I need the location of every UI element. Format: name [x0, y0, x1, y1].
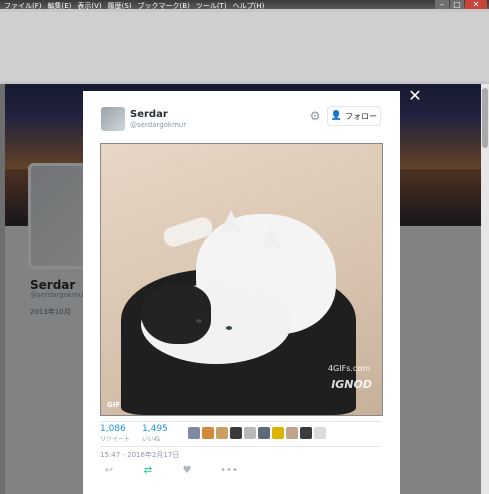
- media-cat-ear: [261, 226, 281, 248]
- media-watermark-bottom: IGNOD: [331, 378, 372, 391]
- add-user-icon: 👤: [330, 111, 343, 121]
- close-window-button[interactable]: ✕: [465, 0, 487, 9]
- window-controls: – □ ✕: [435, 0, 487, 9]
- menu-file[interactable]: ファイル(F): [4, 0, 42, 12]
- menu-bar: ファイル(F) 編集(E) 表示(V) 履歴(S) ブックマーク(B) ツール(…: [0, 0, 264, 12]
- media-cat-patch: [141, 284, 211, 344]
- retweet-icon[interactable]: ⇄: [141, 464, 155, 478]
- author-name[interactable]: Serdar: [130, 109, 168, 120]
- liker-avatar[interactable]: [216, 427, 228, 439]
- menu-view[interactable]: 表示(V): [77, 0, 101, 12]
- liker-avatar[interactable]: [188, 427, 200, 439]
- retweet-count: 1,086: [100, 424, 126, 434]
- liker-avatars: [188, 427, 326, 439]
- menu-history[interactable]: 履歴(S): [108, 0, 132, 12]
- browser-toolbar: [0, 12, 489, 83]
- like-label: いいね: [142, 436, 161, 443]
- gif-badge: GIF: [107, 401, 121, 409]
- media-watermark-top: 4GIFs.com: [327, 364, 370, 373]
- tweet-modal: Serdar @serdargokmur ⚙ 👤 フォロー GIF 4GIFs.…: [83, 91, 400, 494]
- more-icon[interactable]: •••: [220, 464, 238, 478]
- liker-avatar[interactable]: [300, 427, 312, 439]
- media-cat-eye: [196, 319, 202, 323]
- avatar[interactable]: [101, 107, 125, 131]
- retweet-label: リツイート: [100, 436, 131, 443]
- liker-avatar[interactable]: [244, 427, 256, 439]
- liker-avatar[interactable]: [272, 427, 284, 439]
- retweet-stat[interactable]: 1,086 リツイート: [100, 424, 130, 443]
- tweet-actions: ↩ ⇄ ♥ •••: [100, 464, 381, 478]
- liker-avatar[interactable]: [230, 427, 242, 439]
- media-cat-ear: [221, 210, 241, 232]
- follow-button[interactable]: 👤 フォロー: [327, 106, 381, 126]
- tweet-timestamp[interactable]: 15:47 - 2016年2月17日: [100, 450, 179, 460]
- tweet-stats: 1,086 リツイート 1,495 いいね: [100, 421, 381, 447]
- liker-avatar[interactable]: [258, 427, 270, 439]
- gear-icon[interactable]: ⚙: [308, 109, 322, 123]
- scrollbar-thumb[interactable]: [482, 88, 488, 148]
- liker-avatar[interactable]: [314, 427, 326, 439]
- liker-avatar[interactable]: [286, 427, 298, 439]
- menu-help[interactable]: ヘルプ(H): [233, 0, 265, 12]
- menu-tools[interactable]: ツール(T): [196, 0, 227, 12]
- media-cat-eye: [226, 326, 232, 330]
- like-stat[interactable]: 1,495 いいね: [142, 424, 168, 443]
- maximize-button[interactable]: □: [450, 0, 464, 9]
- close-icon[interactable]: ✕: [407, 88, 423, 104]
- author-handle[interactable]: @serdargokmur: [130, 121, 186, 129]
- like-count: 1,495: [142, 424, 168, 434]
- minimize-button[interactable]: –: [435, 0, 449, 9]
- follow-label: フォロー: [345, 111, 378, 121]
- reply-icon[interactable]: ↩: [102, 464, 116, 478]
- menu-edit[interactable]: 編集(E): [48, 0, 72, 12]
- like-icon[interactable]: ♥: [180, 464, 194, 478]
- tweet-media[interactable]: GIF 4GIFs.com IGNOD: [100, 143, 383, 416]
- menu-bookmarks[interactable]: ブックマーク(B): [138, 0, 190, 12]
- liker-avatar[interactable]: [202, 427, 214, 439]
